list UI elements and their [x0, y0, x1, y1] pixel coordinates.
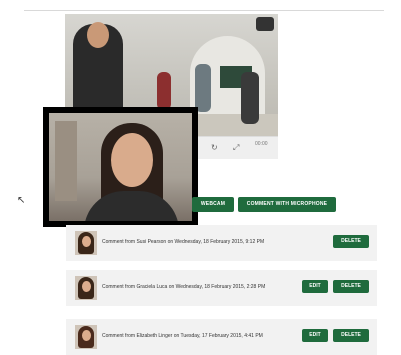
delete-button-label: DELETE	[341, 238, 361, 244]
microphone-button-label: COMMENT WITH MICROPHONE	[246, 201, 328, 207]
webcam-person-face	[111, 133, 153, 187]
replay-icon[interactable]: ↻	[211, 143, 218, 152]
comment-text: Comment from Graciela Luca on Wednesday,…	[102, 284, 266, 290]
edit-button-label: EDIT	[309, 283, 321, 289]
avatar	[75, 231, 97, 255]
edit-button-label: EDIT	[309, 332, 321, 338]
comment-text: Comment from Elizabeth Linger on Tuesday…	[102, 333, 263, 339]
video-person	[195, 64, 211, 112]
comment-with-microphone-button[interactable]: COMMENT WITH MICROPHONE	[238, 197, 336, 212]
webcam-button-label: WEBCAM	[200, 201, 226, 207]
comment-text: Comment from Susi Pearson on Wednesday, …	[102, 239, 265, 245]
mouse-cursor-icon: ↖	[17, 195, 26, 206]
camera-icon	[256, 17, 274, 31]
video-person-head	[87, 22, 109, 48]
webcam-preview	[43, 107, 198, 227]
avatar	[75, 325, 97, 349]
avatar	[75, 276, 97, 300]
video-time: 00:00	[255, 141, 268, 147]
webcam-frame	[49, 113, 192, 221]
fullscreen-icon[interactable]: ⤢	[233, 143, 239, 153]
delete-button[interactable]: DELETE	[333, 280, 369, 293]
video-person	[157, 72, 171, 110]
webcam-background-door	[55, 121, 77, 201]
video-person	[241, 72, 259, 124]
comment-card: Comment from Graciela Luca on Wednesday,…	[66, 270, 377, 306]
top-divider	[24, 10, 384, 11]
webcam-button[interactable]: WEBCAM	[192, 197, 234, 212]
delete-button[interactable]: DELETE	[333, 235, 369, 248]
edit-button[interactable]: EDIT	[302, 329, 328, 342]
delete-button-label: DELETE	[341, 283, 361, 289]
comment-card: Comment from Susi Pearson on Wednesday, …	[66, 225, 377, 261]
webcam-person-body	[84, 191, 179, 221]
delete-button[interactable]: DELETE	[333, 329, 369, 342]
edit-button[interactable]: EDIT	[302, 280, 328, 293]
comment-card: Comment from Elizabeth Linger on Tuesday…	[66, 319, 377, 355]
delete-button-label: DELETE	[341, 332, 361, 338]
